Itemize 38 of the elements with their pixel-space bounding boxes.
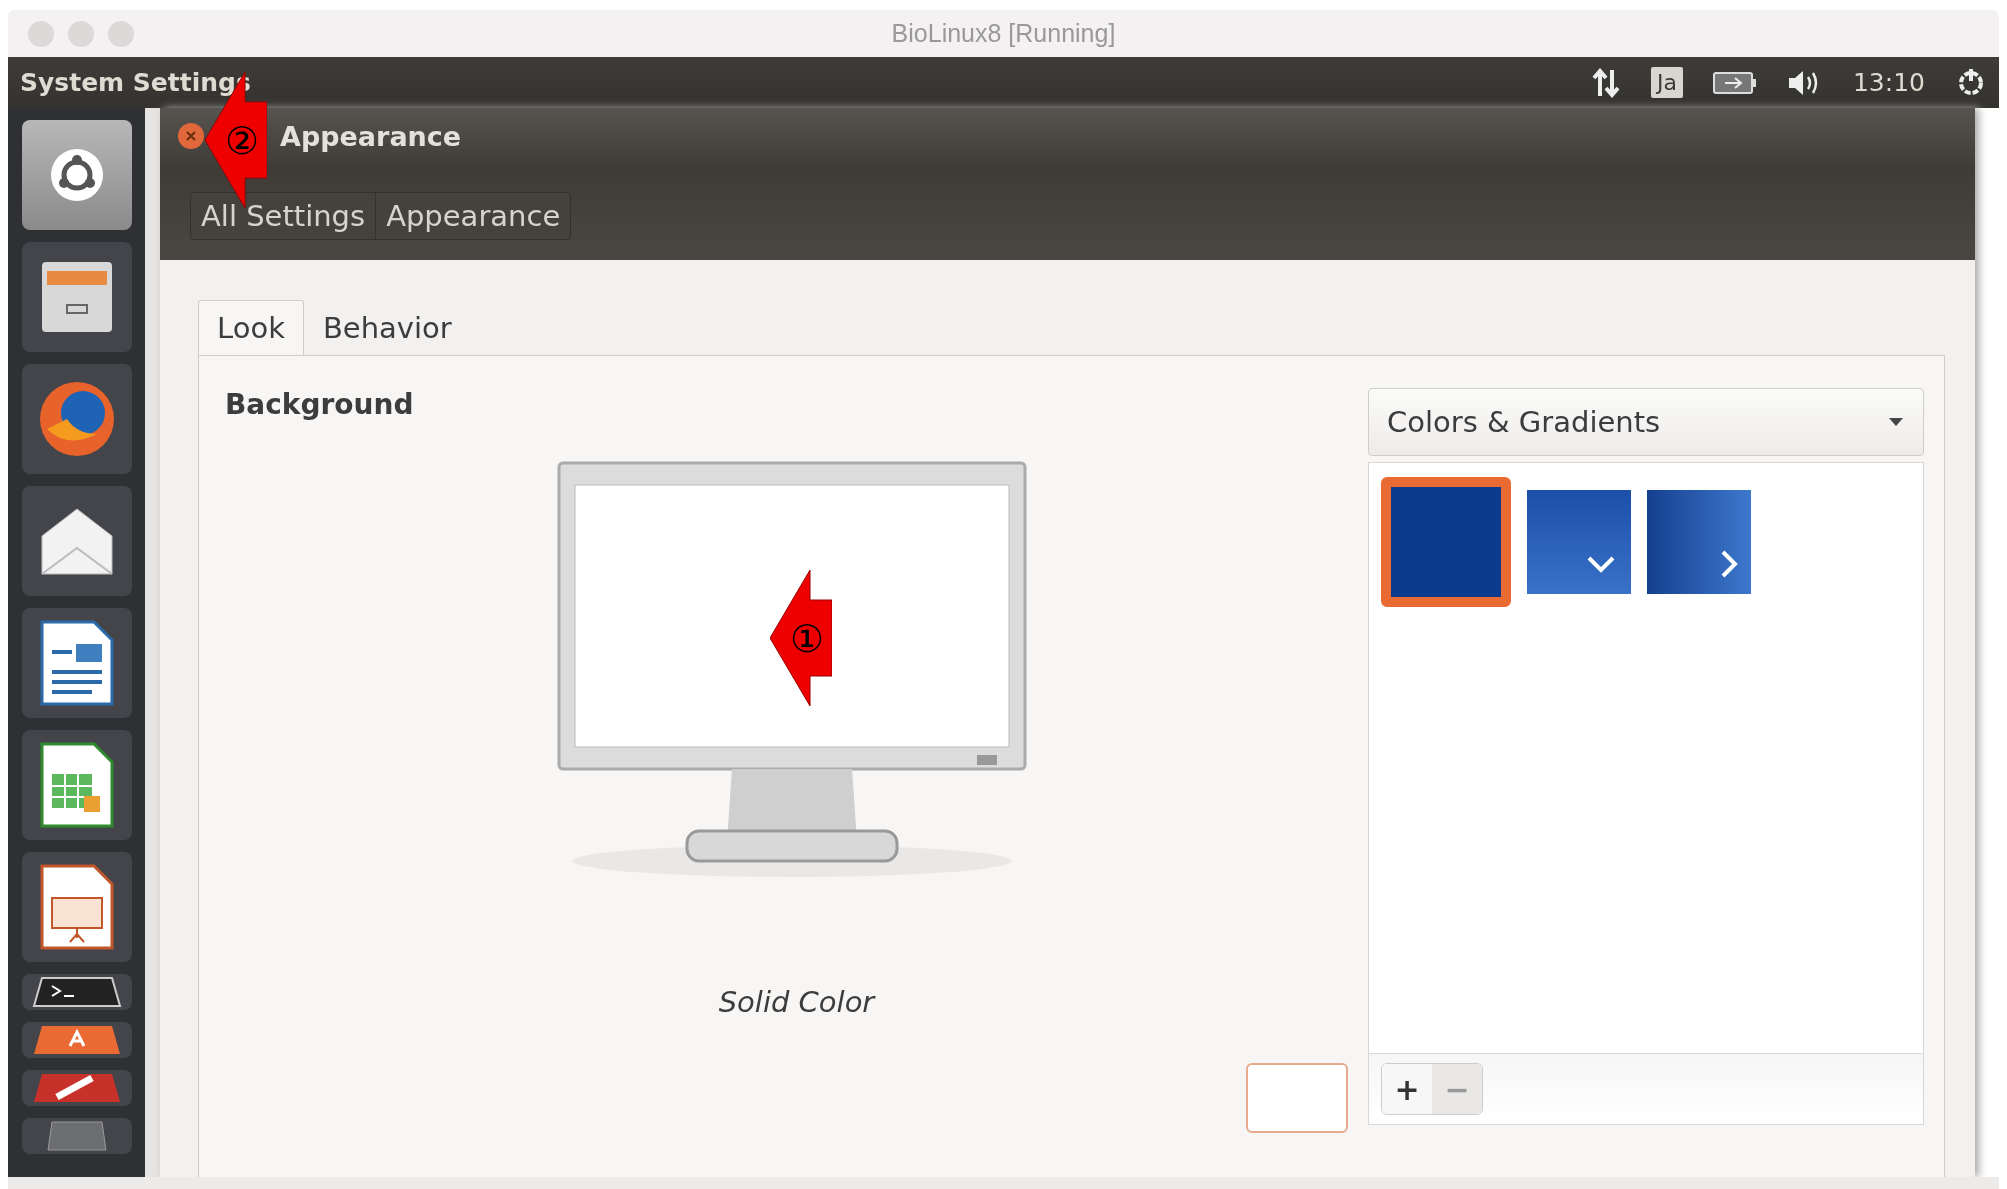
background-source-dropdown[interactable]: Colors & Gradients (1368, 388, 1924, 456)
close-button[interactable] (178, 123, 204, 149)
shopping-bag-icon (31, 1024, 122, 1056)
wallpaper-thumbnail[interactable] (1647, 490, 1751, 594)
keyboard-layout-indicator[interactable]: Ja (1650, 67, 1683, 98)
color-picker-button[interactable] (1246, 1063, 1348, 1133)
callout-number: ② (225, 122, 260, 160)
add-button[interactable]: + (1382, 1064, 1432, 1114)
clock-time[interactable]: 13:10 (1852, 68, 1925, 97)
tab[interactable]: Behavior (303, 300, 471, 355)
callout-number: ① (790, 620, 825, 658)
launcher-item[interactable] (21, 974, 132, 1010)
section-heading: Background (225, 388, 415, 421)
wallpaper-thumbnail[interactable] (1527, 490, 1631, 594)
document-icon (39, 620, 114, 706)
window-title: BioLinux8 [Running] (891, 19, 1116, 48)
launcher-item[interactable] (21, 120, 132, 230)
ubuntu-logo-icon (48, 147, 105, 203)
launcher-item[interactable] (21, 730, 132, 840)
close-icon (186, 131, 196, 141)
breadcrumb-button[interactable]: Appearance (376, 193, 571, 239)
window-title: Appearance (280, 120, 462, 152)
launcher-item[interactable] (21, 1022, 132, 1058)
launcher-item[interactable] (21, 852, 132, 962)
tab[interactable]: Look (198, 300, 304, 355)
wrench-gear-icon (31, 1072, 122, 1104)
launcher-item[interactable] (21, 242, 132, 352)
dropdown-caret-icon (1887, 416, 1905, 428)
wallpaper-thumbnail[interactable] (1391, 487, 1501, 597)
terminal-icon (31, 976, 122, 1008)
presentation-icon (39, 864, 114, 950)
launcher-item[interactable] (21, 608, 132, 718)
network-arrows-icon[interactable] (1590, 67, 1621, 98)
spreadsheet-icon (39, 742, 114, 828)
preview-caption: Solid Color (717, 985, 877, 1019)
launcher-item[interactable] (21, 1070, 132, 1106)
launcher-item[interactable] (21, 486, 132, 596)
battery-icon[interactable] (1712, 70, 1757, 95)
